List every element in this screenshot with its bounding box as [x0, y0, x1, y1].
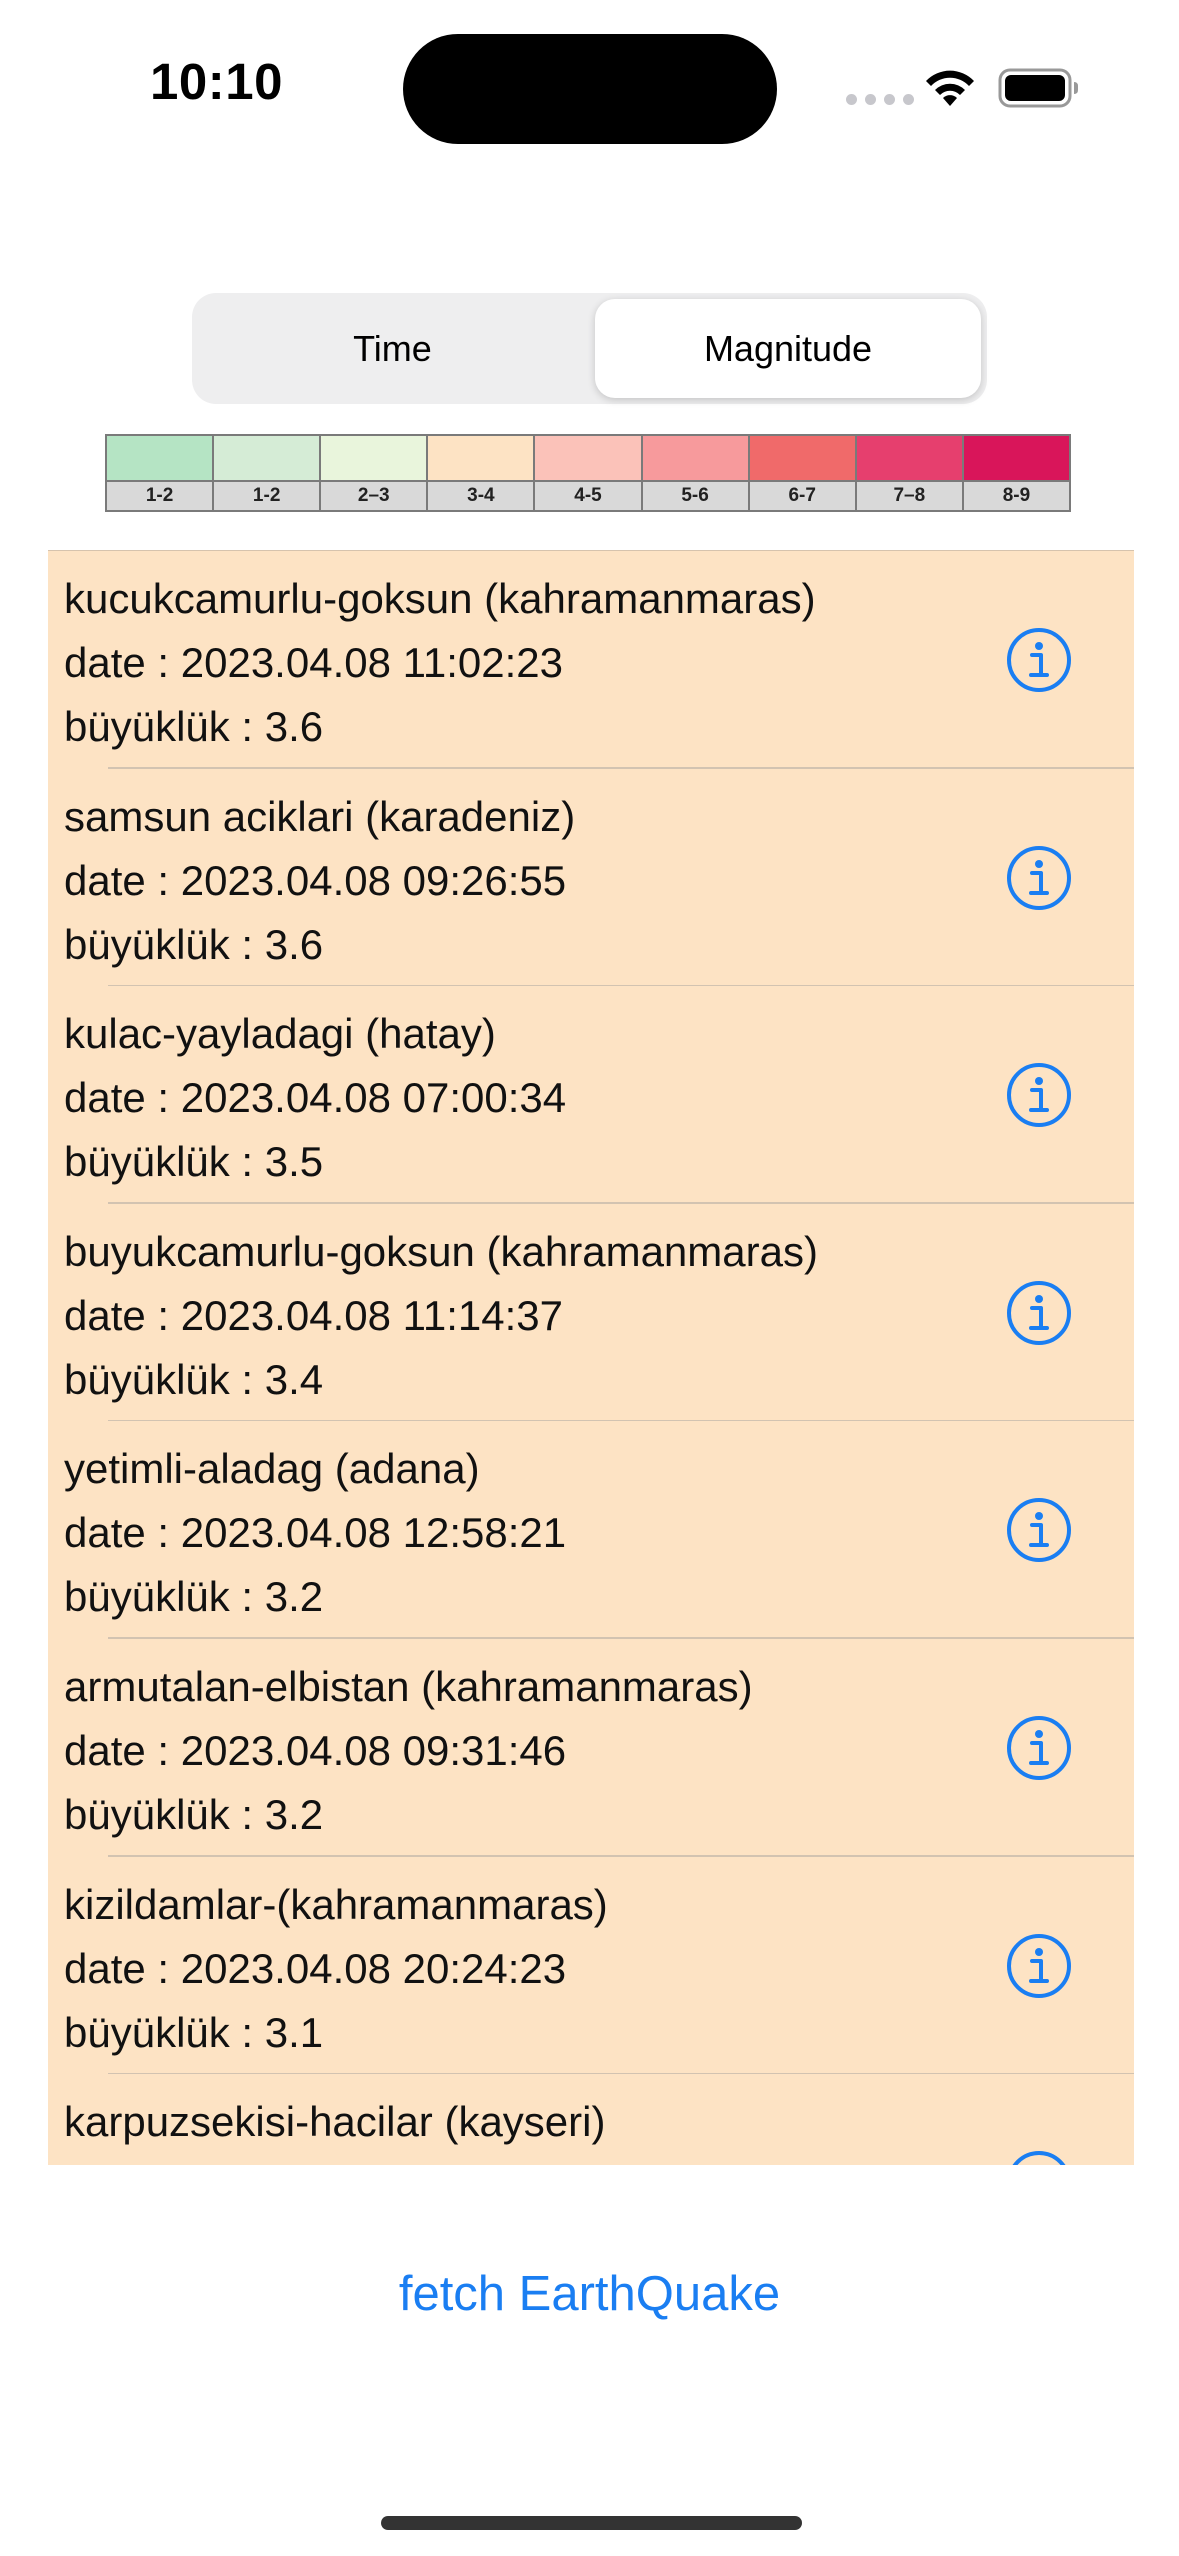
earthquake-text: kulac-yayladagi (hatay) date : 2023.04.08…: [64, 1002, 566, 1194]
earthquake-place: samsun aciklari (karadeniz): [64, 792, 576, 840]
earthquake-text: armutalan-elbistan (kahramanmaras) date :…: [64, 1655, 753, 1847]
legend-label: 3-4: [428, 480, 534, 510]
info-icon[interactable]: [1006, 845, 1072, 911]
earthquake-row[interactable]: armutalan-elbistan (kahramanmaras) date :…: [48, 1639, 1134, 1857]
earthquake-text: yetimli-aladag (adana) date : 2023.04.08 …: [64, 1437, 566, 1629]
legend-cell: 3-4: [428, 436, 536, 510]
wifi-icon: [926, 70, 974, 106]
earthquake-place: armutalan-elbistan (kahramanmaras): [64, 1662, 753, 1710]
earthquake-place: karpuzsekisi-hacilar (kayseri): [64, 2098, 606, 2146]
earthquake-date: date : 2023.04.08 09:26:55: [64, 856, 567, 904]
earthquake-place: buyukcamurlu-goksun (kahramanmaras): [64, 1227, 818, 1275]
earthquake-date: date : 2023.04.08 11:02:23: [64, 639, 563, 686]
legend-swatch: [856, 436, 962, 480]
legend-cell: 1-2: [214, 436, 322, 510]
info-icon[interactable]: [1006, 627, 1072, 693]
earthquake-magnitude: büyüklük : 3.6: [64, 920, 324, 968]
earthquake-row[interactable]: karpuzsekisi-hacilar (kayseri): [48, 2074, 1134, 2165]
earthquake-date: date : 2023.04.08 07:00:34: [64, 1074, 567, 1122]
legend-cell: 5-6: [642, 436, 750, 510]
info-icon[interactable]: [1006, 1497, 1072, 1563]
info-icon[interactable]: [1006, 1715, 1072, 1781]
legend-label: 4-5: [535, 480, 641, 510]
earthquake-row[interactable]: kulac-yayladagi (hatay) date : 2023.04.08…: [48, 986, 1134, 1204]
earthquake-magnitude: büyüklük : 3.2: [64, 1573, 324, 1621]
earthquake-magnitude: büyüklük : 3.5: [64, 1138, 324, 1186]
info-icon[interactable]: [1006, 1280, 1072, 1346]
earthquake-row[interactable]: kizildamlar-(kahramanmaras) date : 2023.0…: [48, 1857, 1134, 2075]
earthquake-place: kucukcamurlu-goksun (kahramanmaras): [64, 575, 816, 622]
legend-cell: 1-2: [107, 436, 215, 510]
legend-swatch: [321, 436, 427, 480]
earthquake-text: kucukcamurlu-goksun (kahramanmaras) date …: [64, 567, 816, 759]
legend-swatch: [107, 436, 213, 480]
earthquake-text: samsun aciklari (karadeniz) date : 2023.0…: [64, 785, 575, 977]
legend-label: 5-6: [642, 480, 748, 510]
legend-label: 8-9: [963, 480, 1069, 510]
earthquake-list[interactable]: kucukcamurlu-goksun (kahramanmaras) date …: [48, 550, 1134, 2165]
status-time: 10:10: [150, 53, 283, 110]
segment-time[interactable]: Time: [198, 299, 587, 398]
home-indicator: [381, 2516, 802, 2530]
legend-swatch: [535, 436, 641, 480]
legend-label: 7–8: [856, 480, 962, 510]
earthquake-place: kulac-yayladagi (hatay): [64, 1010, 496, 1058]
fetch-earthquake-button[interactable]: fetch EarthQuake: [0, 2266, 1179, 2322]
sort-segmented-control: Time Magnitude: [192, 293, 987, 404]
legend-swatch: [963, 436, 1069, 480]
segment-magnitude[interactable]: Magnitude: [595, 299, 981, 398]
legend-label: 6-7: [749, 480, 855, 510]
legend-swatch: [428, 436, 534, 480]
earthquake-text: buyukcamurlu-goksun (kahramanmaras) date …: [64, 1220, 818, 1412]
magnitude-color-legend: 1-2 1-2 2–3 3-4 4-5 5-6 6-7 7–8 8-9: [105, 434, 1071, 512]
earthquake-row[interactable]: yetimli-aladag (adana) date : 2023.04.08 …: [48, 1421, 1134, 1639]
earthquake-row[interactable]: kucukcamurlu-goksun (kahramanmaras) date …: [48, 551, 1134, 769]
earthquake-row[interactable]: samsun aciklari (karadeniz) date : 2023.0…: [48, 769, 1134, 987]
info-icon[interactable]: [1006, 1933, 1072, 1999]
dynamic-island: [403, 34, 777, 144]
legend-cell: 7–8: [856, 436, 964, 510]
info-icon[interactable]: [1006, 2150, 1072, 2165]
legend-cell: 2–3: [321, 436, 429, 510]
legend-cell: 6-7: [749, 436, 857, 510]
info-icon[interactable]: [1006, 1062, 1072, 1128]
earthquake-date: date : 2023.04.08 11:14:37: [64, 1291, 563, 1339]
battery-icon: [998, 68, 1078, 108]
earthquake-date: date : 2023.04.08 09:31:46: [64, 1726, 567, 1774]
legend-cell: 4-5: [535, 436, 643, 510]
earthquake-date: date : 2023.04.08 20:24:23: [64, 1944, 567, 1992]
legend-swatch: [642, 436, 748, 480]
legend-cell: 8-9: [963, 436, 1069, 510]
legend-label: 2–3: [321, 480, 427, 510]
earthquake-magnitude: büyüklük : 3.4: [64, 1355, 324, 1403]
earthquake-text: kizildamlar-(kahramanmaras) date : 2023.0…: [64, 1873, 608, 2065]
earthquake-place: kizildamlar-(kahramanmaras): [64, 1880, 608, 1928]
earthquake-date: date : 2023.04.08 12:58:21: [64, 1509, 567, 1557]
legend-label: 1-2: [214, 480, 320, 510]
earthquake-magnitude: büyüklük : 3.1: [64, 2008, 324, 2056]
cellular-signal-icon: [846, 94, 914, 105]
earthquake-text: karpuzsekisi-hacilar (kayseri): [64, 2090, 605, 2165]
earthquake-row[interactable]: buyukcamurlu-goksun (kahramanmaras) date …: [48, 1204, 1134, 1422]
legend-label: 1-2: [107, 480, 213, 510]
legend-swatch: [749, 436, 855, 480]
legend-swatch: [214, 436, 320, 480]
earthquake-magnitude: büyüklük : 3.2: [64, 1790, 324, 1838]
earthquake-magnitude: büyüklük : 3.6: [64, 703, 324, 750]
earthquake-place: yetimli-aladag (adana): [64, 1445, 480, 1493]
earthquake-date: [64, 2154, 605, 2165]
